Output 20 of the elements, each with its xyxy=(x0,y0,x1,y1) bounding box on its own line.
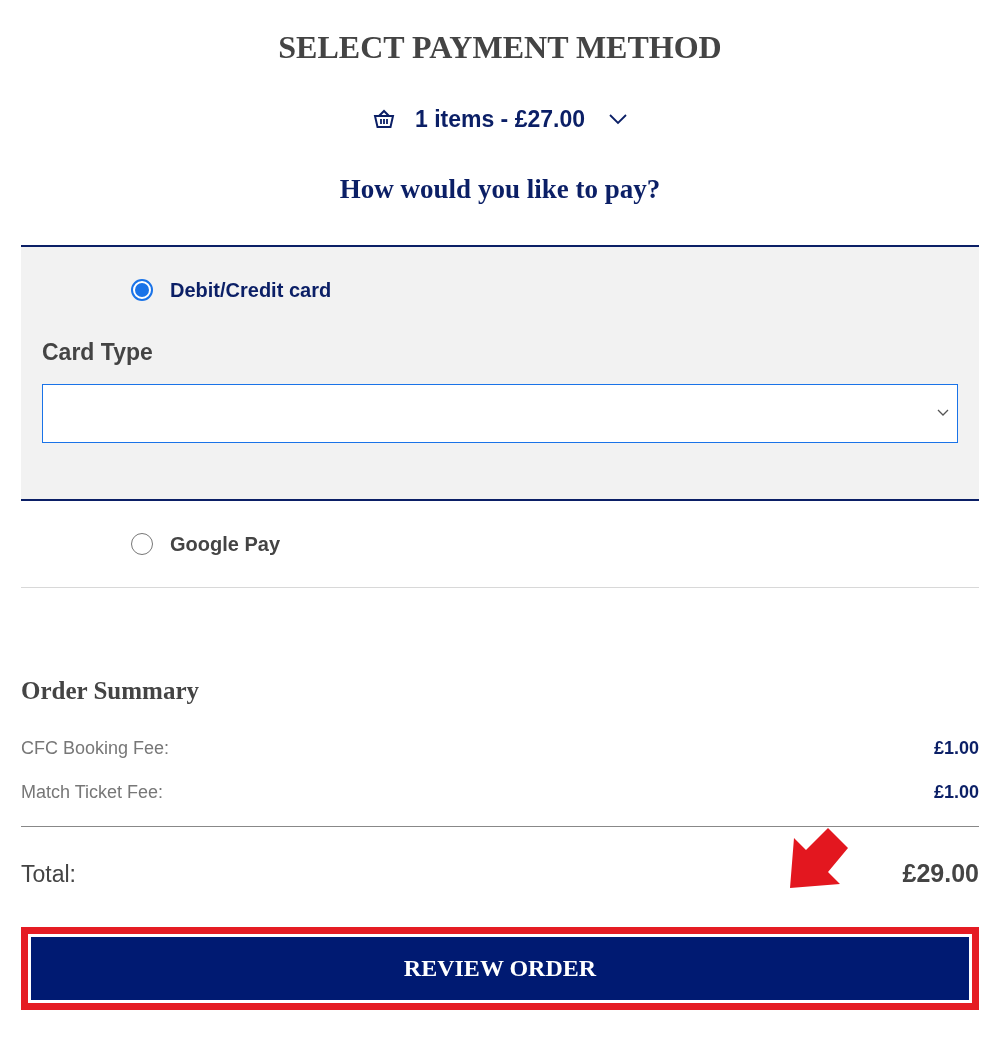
radio-button[interactable] xyxy=(131,279,153,301)
radio-button[interactable] xyxy=(131,532,153,555)
basket-summary-toggle[interactable]: 1 items - £27.00 xyxy=(372,102,628,137)
arrow-annotation xyxy=(790,828,850,890)
payment-option[interactable]: Google Pay xyxy=(21,500,979,587)
chevron-icon xyxy=(937,409,949,417)
basket-icon xyxy=(372,109,395,130)
total-label: Total: xyxy=(21,859,76,889)
fee-label: CFC Booking Fee: xyxy=(21,737,170,760)
fee-value: £1.00 xyxy=(933,781,979,804)
fee-label: Match Ticket Fee: xyxy=(21,781,164,804)
page-title: SELECT PAYMENT METHOD xyxy=(278,28,722,66)
fee-value: £1.00 xyxy=(933,737,979,760)
order-summary-heading: Order Summary xyxy=(21,675,200,706)
total-value: £29.00 xyxy=(902,858,979,889)
payment-option[interactable]: Debit/Credit card xyxy=(21,247,979,333)
review-order-button[interactable]: REVIEW ORDER xyxy=(31,936,969,1000)
section-heading: How would you like to pay? xyxy=(339,172,661,206)
field-label: Card Type xyxy=(42,338,154,367)
card-type-select[interactable] xyxy=(42,383,958,443)
